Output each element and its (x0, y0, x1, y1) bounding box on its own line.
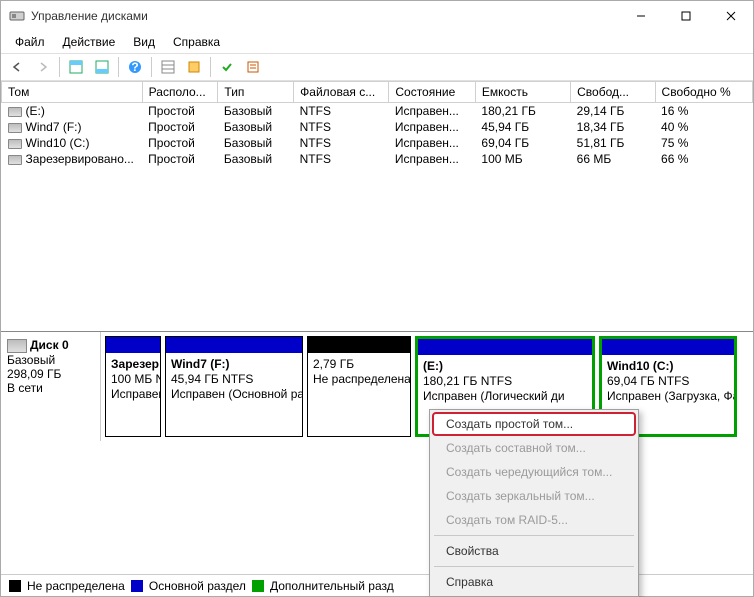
menu-separator (434, 566, 634, 567)
disk-graphical-view: Диск 0 Базовый 298,09 ГБ В сети Зарезер1… (1, 331, 753, 441)
table-row[interactable]: (E:)ПростойБазовыйNTFSИсправен...180,21 … (2, 103, 753, 120)
legend-unallocated: Не распределена (27, 579, 125, 593)
back-button[interactable] (5, 55, 29, 79)
partition-size: 100 МБ N (111, 372, 155, 387)
context-menu-item: Создать чередующийся том... (432, 460, 636, 484)
partition-status: Исправен (Основной ра (171, 387, 297, 402)
toolbar: ? (1, 53, 753, 81)
partition-primary[interactable]: Зарезер100 МБ NИсправен (105, 336, 161, 437)
volume-icon (8, 123, 22, 133)
action-list-icon[interactable] (215, 55, 239, 79)
refresh-icon[interactable] (182, 55, 206, 79)
legend-primary: Основной раздел (149, 579, 246, 593)
partition-size: 2,79 ГБ (313, 357, 405, 372)
partition-header (106, 337, 160, 353)
swatch-primary (131, 580, 143, 592)
column-header[interactable]: Файловая с... (294, 82, 389, 103)
context-menu-item: Создать зеркальный том... (432, 484, 636, 508)
swatch-unallocated (9, 580, 21, 592)
disk-info[interactable]: Диск 0 Базовый 298,09 ГБ В сети (1, 332, 101, 441)
partition-status: Исправен (Логический ди (423, 389, 587, 404)
view-top-icon[interactable] (64, 55, 88, 79)
disk-type: Базовый (7, 353, 94, 367)
settings-icon[interactable] (156, 55, 180, 79)
partition-size: 180,21 ГБ NTFS (423, 374, 587, 389)
column-header[interactable]: Располо... (142, 82, 218, 103)
column-header[interactable]: Состояние (389, 82, 476, 103)
partition-size: 69,04 ГБ NTFS (607, 374, 729, 389)
partition-row: Зарезер100 МБ NИсправенWind7 (F:)45,94 Г… (101, 332, 753, 441)
partition-status: Не распределена (313, 372, 405, 387)
table-row[interactable]: Зарезервировано...ПростойБазовыйNTFSИспр… (2, 151, 753, 167)
table-row[interactable]: Wind10 (C:)ПростойБазовыйNTFSИсправен...… (2, 135, 753, 151)
disk-label: Диск 0 (30, 338, 69, 352)
partition-title: (E:) (423, 359, 587, 374)
table-row[interactable]: Wind7 (F:)ПростойБазовыйNTFSИсправен...4… (2, 119, 753, 135)
menu-view[interactable]: Вид (125, 33, 163, 51)
context-menu-item: Создать том RAID-5... (432, 508, 636, 532)
menu-help[interactable]: Справка (165, 33, 228, 51)
partition-title: Wind7 (F:) (171, 357, 297, 372)
partition-header (602, 339, 734, 355)
partition-header (308, 337, 410, 353)
column-header[interactable]: Тип (218, 82, 294, 103)
properties-icon[interactable] (241, 55, 265, 79)
svg-text:?: ? (131, 60, 138, 74)
volume-icon (8, 107, 22, 117)
volume-icon (8, 155, 22, 165)
column-header[interactable]: Свобод... (571, 82, 655, 103)
partition-size: 45,94 ГБ NTFS (171, 372, 297, 387)
column-header[interactable]: Свободно % (655, 82, 752, 103)
partition-header (418, 339, 592, 355)
partition-unalloc[interactable]: 2,79 ГБНе распределена (307, 336, 411, 437)
disk-state: В сети (7, 381, 94, 395)
forward-button[interactable] (31, 55, 55, 79)
legend: Не распределена Основной раздел Дополнит… (1, 574, 753, 596)
close-button[interactable] (708, 1, 753, 31)
minimize-button[interactable] (618, 1, 663, 31)
context-menu-item[interactable]: Справка (432, 570, 636, 594)
disk-icon (7, 339, 27, 353)
menu-separator (434, 535, 634, 536)
volume-icon (8, 139, 22, 149)
context-menu: Создать простой том...Создать составной … (429, 409, 639, 597)
titlebar: Управление дисками (1, 1, 753, 31)
partition-status: Исправен (111, 387, 155, 402)
context-menu-item[interactable]: Создать простой том... (432, 412, 636, 436)
legend-extended: Дополнительный разд (270, 579, 394, 593)
volume-list[interactable]: ТомРасполо...ТипФайловая с...СостояниеЕм… (1, 81, 753, 331)
app-icon (9, 8, 25, 24)
menu-file[interactable]: Файл (7, 33, 53, 51)
partition-header (166, 337, 302, 353)
window-title: Управление дисками (31, 9, 618, 23)
partition-title: Зарезер (111, 357, 155, 372)
column-header[interactable]: Том (2, 82, 143, 103)
context-menu-item[interactable]: Свойства (432, 539, 636, 563)
disk-size: 298,09 ГБ (7, 367, 94, 381)
column-header[interactable]: Емкость (475, 82, 570, 103)
help-icon[interactable]: ? (123, 55, 147, 79)
context-menu-item: Создать составной том... (432, 436, 636, 460)
maximize-button[interactable] (663, 1, 708, 31)
menubar: Файл Действие Вид Справка (1, 31, 753, 53)
partition-primary[interactable]: Wind7 (F:)45,94 ГБ NTFSИсправен (Основно… (165, 336, 303, 437)
view-bottom-icon[interactable] (90, 55, 114, 79)
partition-title: Wind10 (C:) (607, 359, 729, 374)
partition-status: Исправен (Загрузка, Фай (607, 389, 729, 404)
swatch-extended (252, 580, 264, 592)
menu-action[interactable]: Действие (55, 33, 124, 51)
